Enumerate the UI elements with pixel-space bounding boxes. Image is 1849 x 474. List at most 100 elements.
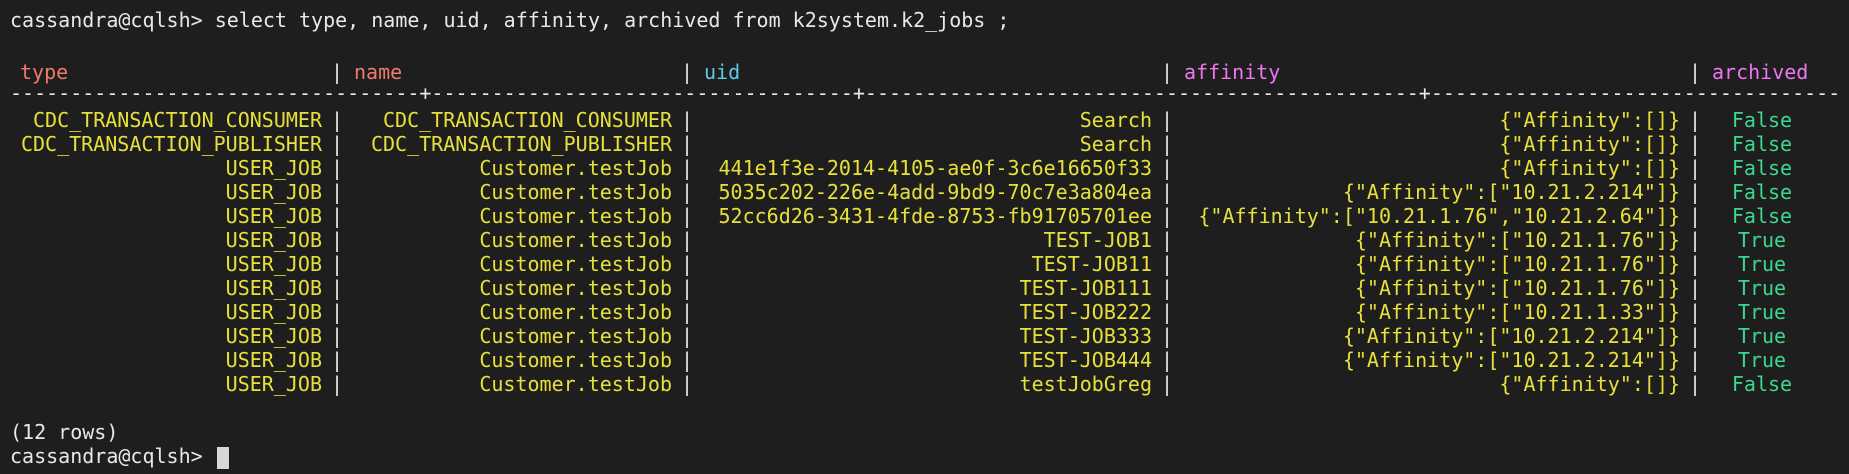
header-archived: archived — [1712, 60, 1809, 84]
cell-type: USER_JOB — [225, 204, 322, 228]
cell-archived: True — [1737, 228, 1787, 252]
cell-name: Customer.testJob — [479, 300, 672, 324]
column-separator: | — [330, 276, 344, 300]
column-separator: | — [330, 108, 344, 132]
cell-uid: TEST-JOB444 — [1019, 348, 1152, 372]
column-separator: | — [680, 204, 694, 228]
header-affinity: affinity — [1184, 60, 1281, 84]
column-separator: | — [330, 324, 344, 348]
header-uid: uid — [704, 60, 741, 84]
cell-archived: False — [1731, 132, 1793, 156]
result-table: type | name | uid | affinity | archived … — [10, 60, 1839, 396]
column-separator: | — [680, 348, 694, 372]
cell-archived: True — [1737, 348, 1787, 372]
table-row: USER_JOB | Customer.testJob | TEST-JOB1 | {"Af… — [10, 228, 1839, 252]
column-separator: | — [330, 60, 344, 84]
column-separator: | — [1688, 228, 1702, 252]
cell-name: Customer.testJob — [479, 324, 672, 348]
column-separator: | — [330, 132, 344, 156]
column-separator: | — [1688, 156, 1702, 180]
column-separator: | — [680, 276, 694, 300]
column-separator: | — [1160, 180, 1174, 204]
column-separator: | — [1688, 276, 1702, 300]
command-line: cassandra@cqlsh> select type, name, uid,… — [10, 8, 1839, 32]
column-separator: | — [1688, 348, 1702, 372]
cell-type: CDC_TRANSACTION_CONSUMER — [33, 108, 322, 132]
column-separator: | — [330, 156, 344, 180]
cell-affinity: {"Affinity":["10.21.1.76"]} — [1354, 252, 1680, 276]
cell-uid: Search — [1079, 108, 1152, 132]
cell-name: CDC_TRANSACTION_CONSUMER — [383, 108, 672, 132]
cell-archived: False — [1731, 108, 1793, 132]
column-separator: | — [680, 156, 694, 180]
table-row: USER_JOB | Customer.testJob | TEST-JOB11 | {"A… — [10, 252, 1839, 276]
column-separator: | — [1160, 60, 1174, 84]
table-row: USER_JOB | Customer.testJob | 5035c202-226e-… — [10, 180, 1839, 204]
cell-affinity: {"Affinity":[]} — [1499, 132, 1680, 156]
cell-name: Customer.testJob — [479, 348, 672, 372]
column-separator: | — [330, 180, 344, 204]
column-separator: | — [1688, 324, 1702, 348]
cell-affinity: {"Affinity":["10.21.1.33"]} — [1354, 300, 1680, 324]
cell-archived: True — [1737, 252, 1787, 276]
prompt-text: cassandra@cqlsh> — [10, 444, 203, 468]
cell-type: USER_JOB — [225, 252, 322, 276]
column-separator: | — [1688, 252, 1702, 276]
cell-type: USER_JOB — [225, 324, 322, 348]
column-separator: | — [680, 180, 694, 204]
prompt-text: cassandra@cqlsh> — [10, 8, 203, 32]
table-row: USER_JOB | Customer.testJob | 52cc6d26-3431-… — [10, 204, 1839, 228]
cell-uid: TEST-JOB11 — [1031, 252, 1152, 276]
input-line[interactable]: cassandra@cqlsh> — [10, 444, 1839, 469]
cell-archived: False — [1731, 204, 1793, 228]
column-separator: | — [1160, 300, 1174, 324]
cell-archived: True — [1737, 324, 1787, 348]
cell-archived: False — [1731, 180, 1793, 204]
cell-affinity: {"Affinity":["10.21.1.76"]} — [1354, 276, 1680, 300]
terminal-window[interactable]: cassandra@cqlsh> select type, name, uid,… — [0, 0, 1849, 474]
row-count: (12 rows) — [10, 420, 119, 444]
column-separator: | — [330, 252, 344, 276]
cell-uid: 5035c202-226e-4add-9bd9-70c7e3a804ea — [718, 180, 1152, 204]
table-header-row: type | name | uid | affinity | archived — [10, 60, 1839, 84]
column-separator: | — [330, 204, 344, 228]
column-separator: | — [330, 348, 344, 372]
cell-name: Customer.testJob — [479, 156, 672, 180]
column-separator: | — [330, 372, 344, 396]
cell-uid: testJobGreg — [1019, 372, 1152, 396]
cell-type: CDC_TRANSACTION_PUBLISHER — [20, 132, 322, 156]
cell-uid: 441e1f3e-2014-4105-ae0f-3c6e16650f33 — [718, 156, 1152, 180]
cell-name: Customer.testJob — [479, 204, 672, 228]
column-separator: | — [1688, 60, 1702, 84]
cursor — [216, 446, 229, 469]
cell-type: USER_JOB — [225, 300, 322, 324]
table-row: USER_JOB | Customer.testJob | testJobGreg | {"… — [10, 372, 1839, 396]
column-separator: | — [680, 300, 694, 324]
cell-name: Customer.testJob — [479, 372, 672, 396]
cell-type: USER_JOB — [225, 276, 322, 300]
column-separator: | — [1688, 204, 1702, 228]
column-separator: | — [680, 372, 694, 396]
cell-affinity: {"Affinity":[]} — [1499, 108, 1680, 132]
column-separator: | — [1688, 372, 1702, 396]
column-separator: | — [1688, 180, 1702, 204]
cell-archived: False — [1731, 156, 1793, 180]
cell-uid: TEST-JOB1 — [1043, 228, 1152, 252]
header-divider: ----------------------------------+-----… — [10, 84, 1839, 105]
cell-affinity: {"Affinity":[]} — [1499, 372, 1680, 396]
column-separator: | — [1688, 132, 1702, 156]
cell-name: Customer.testJob — [479, 180, 672, 204]
cell-archived: True — [1737, 276, 1787, 300]
column-separator: | — [680, 108, 694, 132]
header-name: name — [354, 60, 403, 84]
column-separator: | — [680, 324, 694, 348]
cell-uid: TEST-JOB333 — [1019, 324, 1152, 348]
column-separator: | — [1160, 156, 1174, 180]
cell-type: USER_JOB — [225, 348, 322, 372]
table-row: USER_JOB | Customer.testJob | 441e1f3e-2014-… — [10, 156, 1839, 180]
cell-affinity: {"Affinity":["10.21.2.214"]} — [1342, 180, 1680, 204]
cell-uid: TEST-JOB111 — [1019, 276, 1152, 300]
cell-type: USER_JOB — [225, 228, 322, 252]
column-separator: | — [1688, 108, 1702, 132]
